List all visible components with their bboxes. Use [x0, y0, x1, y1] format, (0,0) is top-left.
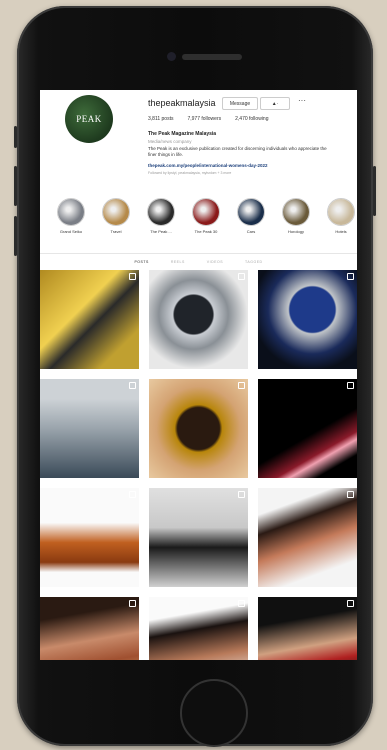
highlight-item[interactable]: Grand Seiko [56, 198, 86, 234]
post-woman-profile[interactable] [149, 597, 248, 660]
profile-username: thepeakmalaysia [148, 98, 216, 108]
multi-post-icon [238, 600, 245, 607]
instagram-profile-screen: PEAK thepeakmalaysia Message ▲· ··· 3,81… [40, 90, 357, 660]
multi-post-icon [238, 491, 245, 498]
multi-post-icon [347, 491, 354, 498]
followers-count[interactable]: 7,977 followers [187, 116, 221, 122]
highlight-cover [237, 198, 265, 226]
highlight-item[interactable]: Hotels [326, 198, 356, 234]
post-blue-dial-watch[interactable] [258, 270, 357, 369]
highlight-label: Cars [246, 229, 256, 234]
post-cognac-bottle[interactable] [40, 488, 139, 587]
highlight-cover [327, 198, 355, 226]
profile-category: Media/news company [148, 139, 192, 144]
post-man-reel[interactable] [149, 488, 248, 587]
highlight-label: Horology [287, 229, 304, 234]
multi-post-icon [129, 600, 136, 607]
post-woman-portrait[interactable] [258, 488, 357, 587]
profile-link[interactable]: thepeak.com.my/people/international-wome… [148, 163, 268, 168]
post-dark-red-light[interactable] [258, 379, 357, 478]
highlight-label: Travel [110, 229, 122, 234]
highlight-label: The Peak 30 [194, 229, 218, 234]
highlight-cover [102, 198, 130, 226]
tab-posts[interactable]: POSTS [134, 260, 148, 264]
highlight-item[interactable]: The Peak 30 [191, 198, 221, 234]
post-silver-watch[interactable] [149, 270, 248, 369]
profile-display-name: The Peak Magazine Malaysia [148, 131, 217, 137]
message-button[interactable]: Message [222, 97, 258, 110]
highlight-item[interactable]: Travel [101, 198, 131, 234]
mute-switch [14, 126, 17, 148]
follow-button[interactable]: ▲· [260, 97, 290, 110]
highlight-item[interactable]: Cars [236, 198, 266, 234]
multi-post-icon [129, 491, 136, 498]
profile-bio: The Peak is an exclusive publication cre… [148, 146, 327, 157]
multi-post-icon [347, 600, 354, 607]
earpiece-speaker [182, 54, 242, 60]
highlight-item[interactable]: The Peak ... [146, 198, 176, 234]
peak-logo: PEAK [76, 114, 102, 124]
following-count[interactable]: 2,470 following [235, 116, 268, 122]
post-gold-lacquer-box[interactable] [149, 379, 248, 478]
post-three-watches[interactable] [40, 379, 139, 478]
highlight-cover [282, 198, 310, 226]
multi-post-icon [238, 382, 245, 389]
home-button[interactable] [180, 679, 248, 747]
tab-tagged[interactable]: TAGGED [245, 260, 263, 264]
highlight-cover [147, 198, 175, 226]
power-button [373, 166, 376, 216]
profile-stats: 3,811 posts 7,977 followers 2,470 follow… [148, 116, 268, 122]
post-woman-red-lips[interactable] [258, 597, 357, 660]
highlight-label: Hotels [335, 229, 347, 234]
multi-post-icon [238, 273, 245, 280]
multi-post-icon [347, 382, 354, 389]
multi-post-icon [129, 382, 136, 389]
volume-up-button [14, 166, 17, 206]
profile-tabs: POSTS REELS VIDEOS TAGGED [40, 260, 357, 264]
multi-post-icon [347, 273, 354, 280]
followed-by[interactable]: Followed by lipstyl, peakmalaysia, mylsn… [148, 171, 231, 175]
story-highlights: Grand Seiko Travel The Peak ... The Peak 30… [40, 198, 357, 234]
highlight-cover [57, 198, 85, 226]
highlight-item[interactable]: Horology [281, 198, 311, 234]
posts-count[interactable]: 3,811 posts [148, 116, 173, 122]
tabs-divider [40, 253, 357, 254]
front-camera [167, 52, 176, 61]
post-woman-makeup[interactable] [40, 597, 139, 660]
tab-videos[interactable]: VIDEOS [207, 260, 223, 264]
tab-reels[interactable]: REELS [171, 260, 185, 264]
highlight-label: The Peak ... [150, 229, 172, 234]
post-gold-chronograph[interactable] [40, 270, 139, 369]
ellipsis-icon[interactable]: ··· [298, 96, 306, 105]
highlight-cover [192, 198, 220, 226]
highlight-label: Grand Seiko [59, 229, 83, 234]
multi-post-icon [129, 273, 136, 280]
volume-down-button [14, 216, 17, 256]
profile-avatar[interactable]: PEAK [65, 95, 113, 143]
